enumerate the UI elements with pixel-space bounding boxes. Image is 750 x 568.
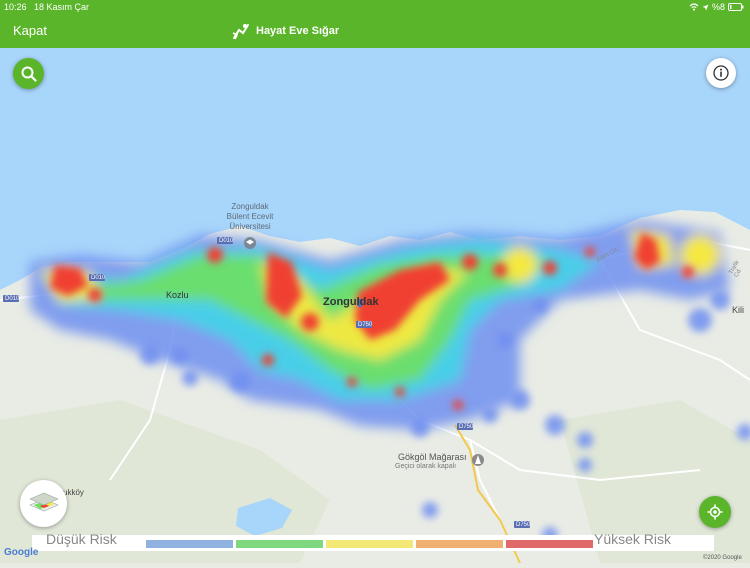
map-copyright[interactable]: ©2020 Google [703,555,742,561]
place-label-university-line: Üniversitesi [229,222,271,231]
road-label-d750: D750 [459,424,474,430]
status-date: 18 Kasım Çar [34,2,90,12]
road-label-d010: D010 [5,296,20,302]
place-label-kili: Kili [732,305,745,315]
place-label-cave: Gökgöl Mağarası [398,452,467,462]
status-bar: 10:26 18 Kasım Çar %8 [0,0,750,14]
place-label-kozlu: Kozlu [166,290,189,300]
location-icon [707,504,723,520]
place-label-city: Zonguldak [323,296,379,308]
layers-button[interactable] [20,480,67,527]
risk-legend: Düşük Risk Yüksek Risk [32,531,714,551]
road-label-d750: D750 [358,322,373,328]
status-time: 10:26 [4,2,27,12]
legend-swatch [506,540,593,548]
battery-icon [728,3,744,11]
legend-swatch [146,540,233,548]
legend-swatch [236,540,323,548]
legend-swatch [416,540,503,548]
status-icons: %8 [689,2,744,12]
search-button[interactable] [13,58,44,89]
app-logo-icon [232,24,249,40]
app-title: Hayat Eve Sığar [256,25,340,37]
battery-percent: %8 [711,2,725,12]
place-label-university-line: Zonguldak [231,202,269,211]
road-label-d010: D010 [219,238,234,244]
legend-high-label: Yüksek Risk [594,531,672,547]
location-arrow-icon [702,4,709,10]
app-header: Kapat Hayat Eve Sığar [0,14,750,48]
place-label-koy: ukköy [63,488,84,497]
layers-icon [28,492,59,511]
road-label-d750: D750 [516,522,531,528]
place-label-university: Zonguldak Bülent Ecevit Üniversitesi [222,202,278,232]
info-button[interactable] [706,58,736,88]
info-icon [713,65,729,81]
google-logo: Google [4,547,39,558]
university-marker [244,237,256,249]
search-icon [21,66,37,82]
legend-low-label: Düşük Risk [46,531,117,547]
road-label-d010: D010 [91,275,106,281]
map-view[interactable]: Zonguldak Bülent Ecevit Üniversitesi Zon… [0,48,750,564]
location-button[interactable] [699,496,731,528]
wifi-icon [689,3,699,11]
close-button[interactable]: Kapat [13,23,47,38]
place-label-cave-status: Geçici olarak kapalı [395,463,457,470]
legend-swatch [326,540,413,548]
app-title-group: Hayat Eve Sığar [231,21,339,41]
place-label-university-line: Bülent Ecevit [226,212,274,221]
cave-marker [472,454,484,466]
